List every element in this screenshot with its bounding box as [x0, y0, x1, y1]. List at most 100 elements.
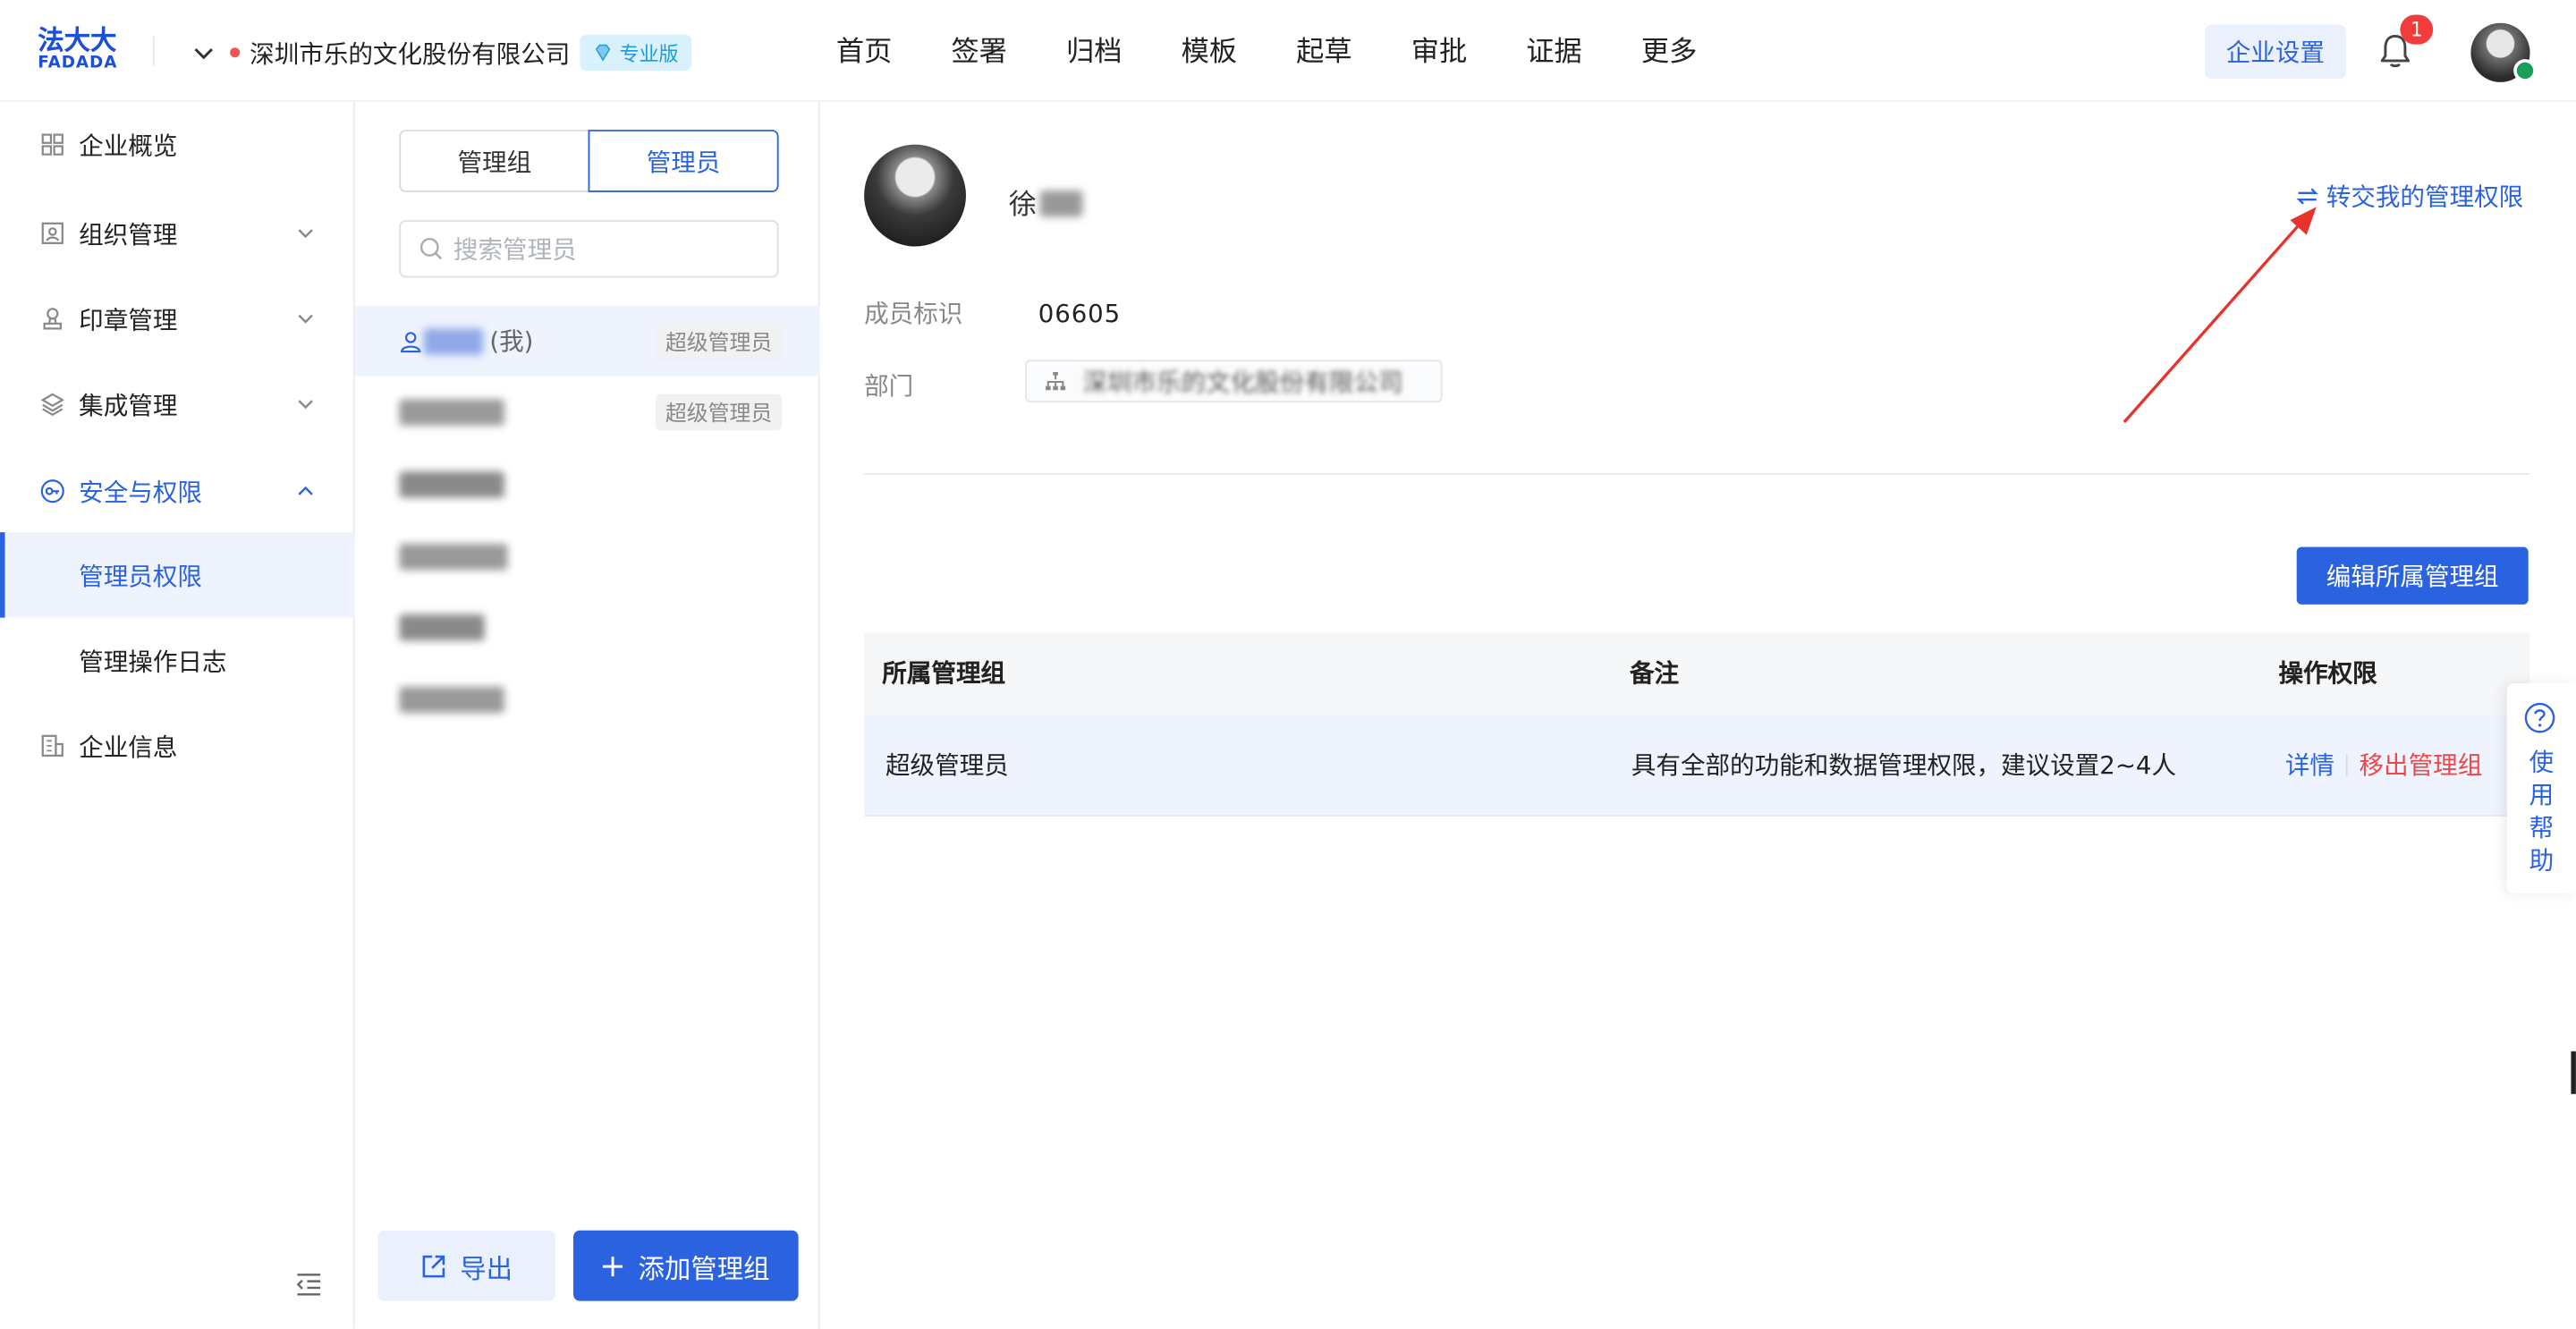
transfer-admin-permission-link[interactable]: 转交我的管理权限 — [2295, 179, 2523, 214]
admin-tabs: 管理组 管理员 — [399, 130, 779, 192]
admin-profile-name: 徐 — [1009, 181, 1083, 222]
tab-admin-groups[interactable]: 管理组 — [399, 130, 589, 192]
building-icon — [41, 734, 64, 757]
chevron-down-icon — [298, 229, 313, 239]
swap-icon — [2296, 188, 2318, 205]
enterprise-settings-button[interactable]: 企业设置 — [2204, 24, 2346, 80]
nav-sign[interactable]: 签署 — [951, 33, 1006, 72]
sidebar-subitem-operation-log[interactable]: 管理操作日志 — [0, 618, 355, 704]
top-navigation: 首页 签署 归档 模板 起草 审批 证据 更多 — [836, 33, 1757, 72]
nav-template[interactable]: 模板 — [1182, 33, 1237, 72]
admin-detail-panel: 徐 转交我的管理权限 成员标识 06605 部门 深圳市乐的文化股份有限公司 编辑… — [821, 101, 2576, 1329]
admin-groups-table: 所属管理组 备注 操作权限 超级管理员 具有全部的功能和数据管理权限，建议设置2… — [864, 632, 2530, 817]
nav-draft[interactable]: 起草 — [1296, 33, 1352, 72]
diamond-icon — [595, 44, 611, 62]
department-row: 部门 — [864, 368, 1038, 402]
nav-evidence[interactable]: 证据 — [1526, 33, 1581, 72]
admin-name — [399, 398, 504, 425]
sidebar-item-seal[interactable]: 印章管理 — [0, 276, 355, 362]
admin-name — [399, 470, 504, 497]
admin-list-item[interactable] — [355, 521, 820, 591]
tab-administrators[interactable]: 管理员 — [588, 130, 779, 192]
admin-name — [399, 614, 485, 640]
cell-group: 超级管理员 — [885, 750, 1009, 781]
add-admin-group-button[interactable]: 添加管理组 — [573, 1230, 799, 1301]
department-tag: 深圳市乐的文化股份有限公司 — [1025, 360, 1443, 402]
sidebar-subitem-admin-permissions[interactable]: 管理员权限 — [0, 532, 355, 618]
company-name: 深圳市乐的文化股份有限公司 — [250, 38, 571, 69]
export-button[interactable]: 导出 — [377, 1230, 555, 1301]
sidebar-item-label: 企业信息 — [79, 732, 178, 762]
export-icon — [422, 1254, 445, 1277]
nav-home[interactable]: 首页 — [836, 33, 892, 72]
notification-count-badge: 1 — [2400, 14, 2434, 45]
admin-list-item[interactable]: (我) 超级管理员 — [354, 305, 820, 377]
admin-list-item[interactable] — [355, 664, 820, 734]
key-icon — [40, 479, 64, 504]
sidebar-subitem-label: 管理员权限 — [79, 561, 202, 591]
collapse-sidebar-icon[interactable] — [294, 1272, 324, 1298]
user-icon — [400, 331, 421, 352]
help-icon — [2524, 702, 2555, 733]
member-id-row: 成员标识 06605 — [864, 296, 1121, 331]
sidebar: 企业概览 组织管理 印章管理 集成管理 安全与权限 管理员权限 管理操作日志 企… — [0, 101, 355, 1329]
seal-icon — [43, 308, 63, 330]
nav-approval[interactable]: 审批 — [1411, 33, 1467, 72]
chevron-down-icon — [298, 400, 313, 410]
action-separator — [2345, 754, 2348, 777]
sidebar-item-label: 集成管理 — [79, 390, 178, 420]
edition-badge: 专业版 — [580, 34, 692, 71]
sidebar-item-organization[interactable]: 组织管理 — [0, 190, 355, 276]
cell-actions: 详情 移出管理组 — [2285, 715, 2482, 817]
company-switcher[interactable]: 深圳市乐的文化股份有限公司 专业版 — [191, 33, 692, 72]
sidebar-item-label: 组织管理 — [79, 219, 178, 250]
admin-profile-name-text: 徐 — [1008, 189, 1037, 222]
help-label: 使用帮助 — [2529, 747, 2555, 876]
cell-remark: 具有全部的功能和数据管理权限，建议设置2~4人 — [1631, 750, 2177, 781]
chevron-up-icon — [298, 486, 313, 495]
edition-badge-label: 专业版 — [619, 41, 679, 65]
admin-name — [399, 543, 508, 570]
admin-name — [399, 685, 504, 713]
remove-from-group-link[interactable]: 移出管理组 — [2360, 750, 2483, 780]
sidebar-subitem-label: 管理操作日志 — [79, 646, 227, 676]
detail-link[interactable]: 详情 — [2285, 750, 2334, 780]
admin-list-item[interactable] — [355, 448, 820, 519]
sidebar-item-security[interactable]: 安全与权限 — [0, 448, 355, 534]
department-label: 部门 — [864, 371, 914, 402]
help-float-button[interactable]: 使用帮助 — [2506, 683, 2576, 894]
transfer-label: 转交我的管理权限 — [2326, 182, 2524, 212]
admin-list-item[interactable] — [355, 591, 820, 662]
column-header-actions: 操作权限 — [2278, 658, 2377, 689]
plus-icon — [603, 1256, 623, 1276]
admin-list-item[interactable]: 超级管理员 — [355, 377, 820, 447]
column-header-group: 所属管理组 — [882, 658, 1006, 689]
top-bar: 法大大 FADADA 深圳市乐的文化股份有限公司 专业版 首页 签署 归档 模板… — [0, 0, 2576, 102]
column-header-remark: 备注 — [1630, 658, 1680, 689]
org-tree-icon — [1046, 371, 1066, 390]
department-value: 深圳市乐的文化股份有限公司 — [1082, 367, 1403, 397]
sidebar-item-label: 安全与权限 — [79, 477, 202, 507]
logo-en: FADADA — [38, 54, 118, 72]
nav-more[interactable]: 更多 — [1641, 33, 1697, 72]
verified-check-icon — [2513, 59, 2537, 82]
edit-admin-groups-button[interactable]: 编辑所属管理组 — [2296, 546, 2529, 605]
admin-search-box[interactable] — [399, 220, 779, 278]
scrollbar-thumb[interactable] — [2571, 1051, 2576, 1095]
chevron-down-icon — [194, 48, 213, 60]
admin-avatar — [864, 144, 966, 247]
layers-icon — [40, 393, 64, 417]
member-id-label: 成员标识 — [864, 299, 963, 329]
sidebar-item-overview[interactable]: 企业概览 — [0, 102, 355, 188]
search-input[interactable] — [453, 233, 766, 264]
admin-self-marker: (我) — [489, 326, 534, 357]
chevron-down-icon — [298, 314, 313, 324]
fadada-logo[interactable]: 法大大 FADADA — [38, 26, 130, 75]
logo-zh: 法大大 — [38, 24, 117, 56]
nav-archive[interactable]: 归档 — [1066, 33, 1122, 72]
admin-name: (我) — [423, 324, 534, 359]
sidebar-item-integration[interactable]: 集成管理 — [0, 361, 355, 447]
table-header: 所属管理组 备注 操作权限 — [864, 632, 2530, 715]
add-admin-group-label: 添加管理组 — [638, 1252, 770, 1284]
sidebar-item-enterprise-info[interactable]: 企业信息 — [0, 703, 355, 789]
